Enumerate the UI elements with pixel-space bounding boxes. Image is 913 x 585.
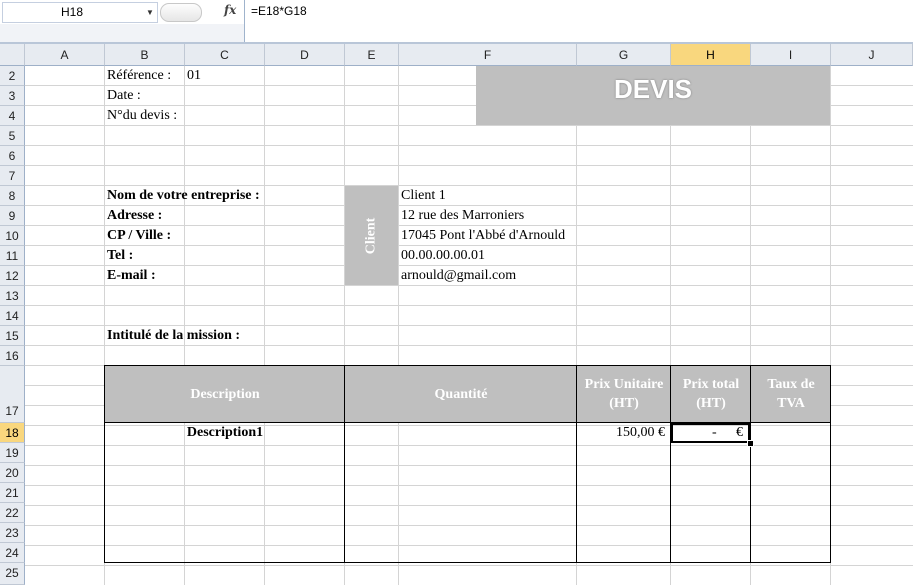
- row-header-23[interactable]: 23: [0, 523, 25, 543]
- formula-bar-divider: [244, 0, 245, 42]
- table-header-total-price: Prix total (HT): [671, 366, 751, 422]
- row-header-25[interactable]: 25: [0, 563, 25, 585]
- reference-value[interactable]: 01: [187, 66, 201, 86]
- table-divider-2: [576, 365, 577, 563]
- row-header-9[interactable]: 9: [0, 206, 25, 226]
- table-bottom-border: [104, 562, 831, 563]
- row-header-5[interactable]: 5: [0, 126, 25, 146]
- row-description[interactable]: Description1: [105, 423, 345, 443]
- row-header-7[interactable]: 7: [0, 166, 25, 186]
- table-header-quantity: Quantité: [345, 366, 577, 422]
- row-header-13[interactable]: 13: [0, 286, 25, 306]
- client-email[interactable]: arnould@gmail.com: [401, 266, 516, 286]
- table-right-border: [830, 365, 831, 563]
- name-box-value: H18: [61, 5, 84, 19]
- row-header-18[interactable]: 18: [0, 423, 25, 443]
- row-header-6[interactable]: 6: [0, 146, 25, 166]
- row-header-17[interactable]: 17: [0, 366, 25, 423]
- row-header-21[interactable]: 21: [0, 483, 25, 503]
- chevron-down-icon[interactable]: ▼: [146, 3, 154, 22]
- column-header-b[interactable]: B: [105, 44, 185, 66]
- row-header-10[interactable]: 10: [0, 226, 25, 246]
- company-tel-label: Tel :: [107, 248, 134, 263]
- reference-label: Référence :: [107, 68, 172, 83]
- column-header-i[interactable]: I: [751, 44, 831, 66]
- formula-bar: H18 ▼ fx =E18*G18: [0, 0, 913, 24]
- row-header-11[interactable]: 11: [0, 246, 25, 266]
- mission-label: Intitulé de la mission :: [107, 328, 241, 343]
- formula-input[interactable]: =E18*G18: [251, 4, 307, 18]
- row-header-16[interactable]: 16: [0, 346, 25, 366]
- row-header-12[interactable]: 12: [0, 266, 25, 286]
- date-label: Date :: [107, 88, 141, 103]
- row-header-20[interactable]: 20: [0, 463, 25, 483]
- name-box[interactable]: H18 ▼: [2, 2, 158, 23]
- row-unit-price[interactable]: 150,00 €: [577, 423, 665, 443]
- row-header-4[interactable]: 4: [0, 106, 25, 126]
- table-divider-3: [670, 365, 671, 563]
- row-header-22[interactable]: 22: [0, 503, 25, 523]
- toolbar-stripe: [0, 24, 245, 42]
- table-header-unit-price: Prix Unitaire (HT): [577, 366, 671, 422]
- row-header-15[interactable]: 15: [0, 326, 25, 346]
- column-header-h[interactable]: H: [671, 44, 751, 66]
- devis-number-label: N°du devis :: [107, 108, 178, 123]
- client-name[interactable]: Client 1: [401, 186, 446, 206]
- client-city[interactable]: 17045 Pont l'Abbé d'Arnould: [401, 226, 565, 246]
- column-header-f[interactable]: F: [399, 44, 577, 66]
- devis-title: DEVIS: [476, 66, 830, 125]
- table-divider-4: [750, 365, 751, 563]
- column-header-j[interactable]: J: [831, 44, 913, 66]
- client-address[interactable]: 12 rue des Marroniers: [401, 206, 524, 226]
- client-tel[interactable]: 00.00.00.00.01: [401, 246, 485, 266]
- column-header-e[interactable]: E: [345, 44, 399, 66]
- row-header-3[interactable]: 3: [0, 86, 25, 106]
- insert-function-icon[interactable]: fx: [224, 3, 236, 17]
- select-all-corner[interactable]: [0, 44, 25, 66]
- table-header-description: Description: [105, 366, 345, 422]
- company-address-label: Adresse :: [107, 208, 163, 223]
- row-header-2[interactable]: 2: [0, 66, 25, 86]
- row-header-8[interactable]: 8: [0, 186, 25, 206]
- client-label-text: Client: [363, 217, 379, 254]
- fill-handle[interactable]: [747, 440, 754, 447]
- table-top-border: [104, 365, 831, 366]
- company-cp-label: CP / Ville :: [107, 228, 172, 243]
- company-email-label: E-mail :: [107, 268, 156, 283]
- row-header-24[interactable]: 24: [0, 543, 25, 563]
- column-header-c[interactable]: C: [185, 44, 265, 66]
- row-header-19[interactable]: 19: [0, 443, 25, 463]
- row-header-14[interactable]: 14: [0, 306, 25, 326]
- table-left-border: [104, 365, 105, 563]
- column-header-d[interactable]: D: [265, 44, 345, 66]
- column-header-a[interactable]: A: [25, 44, 105, 66]
- client-vertical-label: Client: [345, 186, 398, 285]
- active-cell-h18[interactable]: [671, 423, 750, 443]
- formula-bar-toggle-button[interactable]: [160, 3, 202, 22]
- company-name-label: Nom de votre entreprise :: [107, 188, 260, 203]
- table-header-vat-rate: Taux de TVA: [751, 366, 831, 422]
- table-divider-1: [344, 365, 345, 563]
- column-header-g[interactable]: G: [577, 44, 671, 66]
